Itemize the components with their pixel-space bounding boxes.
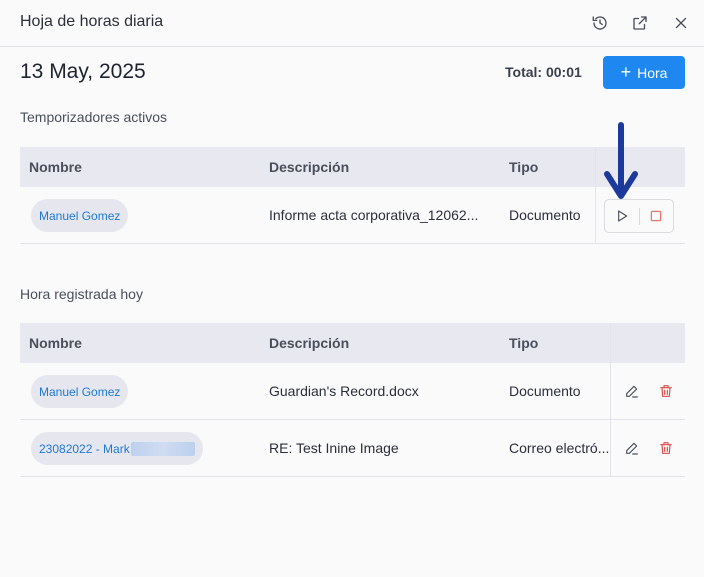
trash-icon[interactable]	[656, 381, 676, 401]
column-header-type: Tipo	[509, 159, 539, 175]
add-hour-label: Hora	[637, 64, 668, 81]
column-divider	[610, 323, 611, 363]
current-date: 13 May, 2025	[20, 60, 146, 83]
user-chip[interactable]: Manuel Gomez	[31, 199, 129, 232]
column-divider	[595, 147, 596, 187]
pencil-icon[interactable]	[622, 438, 642, 458]
column-header-description: Descripción	[269, 335, 350, 351]
dialog-header: Hoja de horas diaria	[0, 0, 704, 47]
column-header-type: Tipo	[509, 335, 539, 351]
annotation-arrow-icon	[604, 122, 638, 199]
active-timers-title: Temporizadores activos	[20, 109, 168, 125]
stop-icon[interactable]	[646, 206, 666, 226]
table-row: Manuel Gomez Informe acta corporativa_12…	[20, 187, 685, 244]
user-chip[interactable]: Manuel Gomez	[31, 375, 129, 408]
logged-today-table: Nombre Descripción Tipo Manuel Gomez Gua…	[20, 323, 685, 477]
user-name: 23082022 - Mark	[39, 441, 130, 456]
play-icon[interactable]	[612, 206, 632, 226]
user-name: Manuel Gomez	[39, 208, 121, 223]
table-row: 23082022 - Mark RE: Test Inine Image Cor…	[20, 420, 685, 477]
row-type: Documento	[509, 207, 581, 223]
column-divider	[610, 420, 611, 476]
row-description: Guardian's Record.docx	[269, 383, 419, 399]
active-timers-table: Nombre Descripción Tipo Manuel Gomez Inf…	[20, 147, 685, 244]
column-divider	[610, 363, 611, 419]
column-divider	[595, 187, 596, 243]
plus-icon: +	[620, 61, 632, 82]
add-hour-button[interactable]: + Hora	[603, 56, 685, 89]
row-description: Informe acta corporativa_12062...	[269, 207, 479, 223]
pencil-icon[interactable]	[622, 381, 642, 401]
history-icon[interactable]	[589, 12, 611, 34]
row-type: Documento	[509, 383, 581, 399]
close-icon[interactable]	[670, 12, 692, 34]
dialog-title: Hoja de horas diaria	[20, 13, 164, 30]
column-header-description: Descripción	[269, 159, 350, 175]
table-header: Nombre Descripción Tipo	[20, 323, 685, 363]
row-type: Correo electró...	[509, 440, 609, 456]
row-description: RE: Test Inine Image	[269, 440, 399, 456]
table-row: Manuel Gomez Guardian's Record.docx Docu…	[20, 363, 685, 420]
total-time: Total: 00:01	[505, 64, 582, 80]
user-chip[interactable]: 23082022 - Mark	[31, 432, 203, 465]
user-name: Manuel Gomez	[39, 384, 121, 399]
column-header-name: Nombre	[29, 335, 82, 351]
external-link-icon[interactable]	[629, 12, 651, 34]
timer-divider	[639, 208, 640, 225]
table-header: Nombre Descripción Tipo	[20, 147, 685, 187]
column-header-name: Nombre	[29, 159, 82, 175]
logged-today-title: Hora registrada hoy	[20, 286, 143, 302]
redacted-text	[130, 441, 195, 456]
trash-icon[interactable]	[656, 438, 676, 458]
